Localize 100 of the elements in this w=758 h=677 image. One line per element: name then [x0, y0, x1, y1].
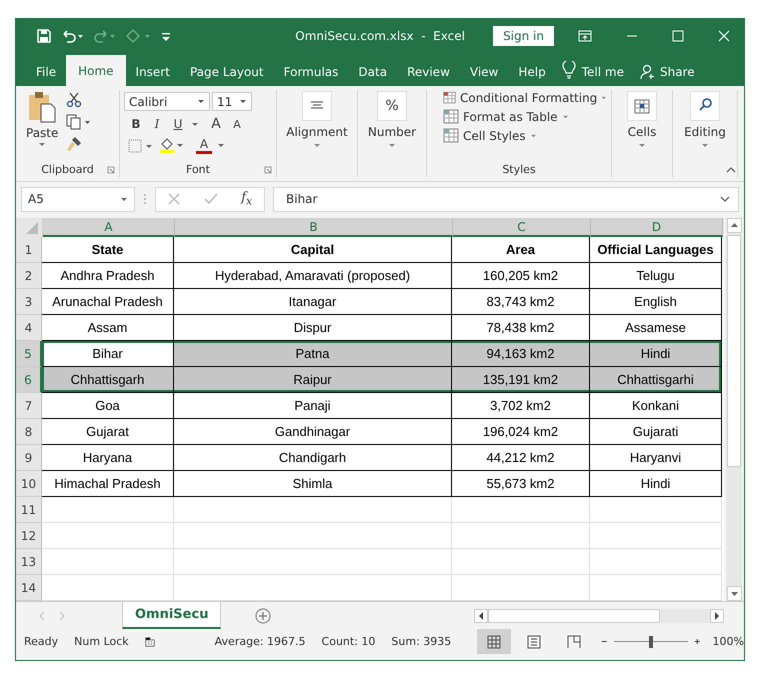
- name-box[interactable]: A5: [21, 186, 135, 212]
- cells-button[interactable]: Cells: [627, 90, 657, 148]
- row-header[interactable]: 6: [16, 367, 42, 393]
- scrollbar-thumb[interactable]: [488, 608, 660, 622]
- scissors-icon[interactable]: [66, 92, 82, 108]
- tell-me-button[interactable]: Tell me: [582, 57, 624, 86]
- ribbon-tab[interactable]: View: [460, 57, 508, 86]
- style-menu-button[interactable]: Format as Table: [443, 109, 607, 125]
- zoom-level[interactable]: 100%: [712, 635, 744, 648]
- table-cell: Area: [452, 237, 590, 263]
- caret-icon[interactable]: [120, 196, 128, 202]
- scroll-right-icon[interactable]: [710, 608, 724, 622]
- ribbon-tab[interactable]: Insert: [126, 57, 180, 86]
- caret-icon[interactable]: [191, 122, 199, 126]
- font-size-field[interactable]: 11: [212, 92, 252, 111]
- scroll-left-icon[interactable]: [474, 608, 488, 622]
- ribbon-tab[interactable]: Data: [348, 57, 398, 86]
- ribbon-tab[interactable]: Page Layout: [180, 57, 274, 86]
- font-color-button[interactable]: A: [196, 137, 212, 154]
- scroll-down-icon[interactable]: [726, 586, 742, 601]
- row-header[interactable]: 8: [16, 419, 42, 445]
- caret-icon[interactable]: [239, 99, 247, 104]
- caret-icon[interactable]: [217, 143, 225, 148]
- expand-icon[interactable]: [720, 196, 730, 202]
- scrollbar-thumb[interactable]: [727, 235, 741, 467]
- caret-icon[interactable]: [197, 99, 205, 104]
- table-cell: Chhattisgarh: [42, 367, 174, 393]
- column-header[interactable]: A: [43, 218, 175, 237]
- bold-button[interactable]: B: [128, 115, 144, 133]
- table-cell: Haryana: [42, 445, 174, 471]
- check-icon[interactable]: [204, 193, 218, 205]
- style-menu-button[interactable]: Conditional Formatting: [443, 90, 607, 106]
- share-button[interactable]: Share: [640, 57, 695, 86]
- underline-button[interactable]: U: [170, 115, 186, 133]
- column-header[interactable]: B: [175, 218, 453, 237]
- table-cell: 55,673 km2: [452, 471, 590, 497]
- formula-field[interactable]: Bihar: [273, 186, 739, 212]
- caret-icon: [562, 115, 569, 119]
- sign-in-button[interactable]: Sign in: [493, 26, 554, 46]
- borders-icon[interactable]: [128, 138, 154, 152]
- column-header[interactable]: D: [591, 218, 723, 237]
- collapse-ribbon-icon[interactable]: [726, 167, 736, 173]
- decrease-font-size-button[interactable]: A: [229, 115, 245, 133]
- caret-icon: [638, 143, 646, 148]
- table-cell: 44,212 km2: [452, 445, 590, 471]
- group-label: Styles: [502, 162, 536, 176]
- ribbon-tab[interactable]: Home: [66, 55, 126, 86]
- row-header[interactable]: 5: [16, 341, 42, 367]
- row-header[interactable]: 12: [16, 523, 42, 549]
- dialog-launcher-icon[interactable]: [264, 166, 272, 174]
- row-header[interactable]: 10: [16, 471, 42, 497]
- zoom-slider-thumb[interactable]: [648, 636, 653, 648]
- row-header[interactable]: 1: [16, 237, 42, 263]
- ribbon-tab[interactable]: Review: [397, 57, 460, 86]
- grip-icon: [143, 192, 147, 206]
- ribbon-display-icon[interactable]: [578, 30, 592, 42]
- maximize-icon[interactable]: [672, 30, 684, 42]
- close-icon[interactable]: [718, 30, 730, 42]
- macro-icon[interactable]: [144, 634, 155, 648]
- table-style-icon: [443, 109, 459, 125]
- insert-function-button[interactable]: f$_{x}$: [241, 190, 252, 208]
- table-cell: Himachal Pradesh: [42, 471, 174, 497]
- ribbon-tab[interactable]: File: [26, 57, 66, 86]
- number-format-button[interactable]: % Number: [368, 90, 416, 148]
- editing-button[interactable]: Editing: [684, 90, 726, 148]
- save-icon[interactable]: [36, 28, 52, 44]
- sheet-tab[interactable]: OmniSecu: [122, 602, 222, 629]
- row-header[interactable]: 7: [16, 393, 42, 419]
- table-cell: Arunachal Pradesh: [42, 289, 174, 315]
- italic-button[interactable]: I: [149, 115, 165, 133]
- row-header[interactable]: 3: [16, 289, 42, 315]
- row-header[interactable]: 13: [16, 549, 42, 575]
- font-name-field[interactable]: Calibri: [124, 92, 210, 111]
- table-cell: Gujarati: [590, 419, 722, 445]
- ribbon-tab[interactable]: Formulas: [274, 57, 348, 86]
- format-painter-icon[interactable]: [66, 136, 82, 152]
- paste-button[interactable]: Paste: [26, 90, 58, 161]
- row-header[interactable]: 14: [16, 575, 42, 601]
- table-cell: Hindi: [590, 471, 722, 497]
- row-header[interactable]: 4: [16, 315, 42, 341]
- table-cell: Itanagar: [174, 289, 452, 315]
- scroll-up-icon[interactable]: [726, 218, 742, 233]
- column-header[interactable]: C: [453, 218, 591, 237]
- table-cell: Capital: [174, 237, 452, 263]
- dialog-launcher-icon[interactable]: [107, 166, 115, 174]
- copy-icon[interactable]: [66, 114, 92, 130]
- style-menu-button[interactable]: Cell Styles: [443, 128, 607, 144]
- ribbon-tab[interactable]: Help: [508, 57, 556, 86]
- table-cell: Chhattisgarhi: [590, 367, 722, 393]
- row-header[interactable]: 11: [16, 497, 42, 523]
- normal-view-button[interactable]: [477, 629, 512, 654]
- lightbulb-icon[interactable]: [562, 61, 576, 79]
- row-header[interactable]: 9: [16, 445, 42, 471]
- increase-font-size-button[interactable]: A: [208, 115, 224, 133]
- zoom-in-icon[interactable]: [694, 637, 701, 646]
- row-header[interactable]: 2: [16, 263, 42, 289]
- table-cell: Gandhinagar: [174, 419, 452, 445]
- add-sheet-icon[interactable]: [255, 608, 272, 624]
- fill-color-icon[interactable]: [159, 138, 185, 154]
- alignment-button[interactable]: Alignment: [286, 90, 348, 148]
